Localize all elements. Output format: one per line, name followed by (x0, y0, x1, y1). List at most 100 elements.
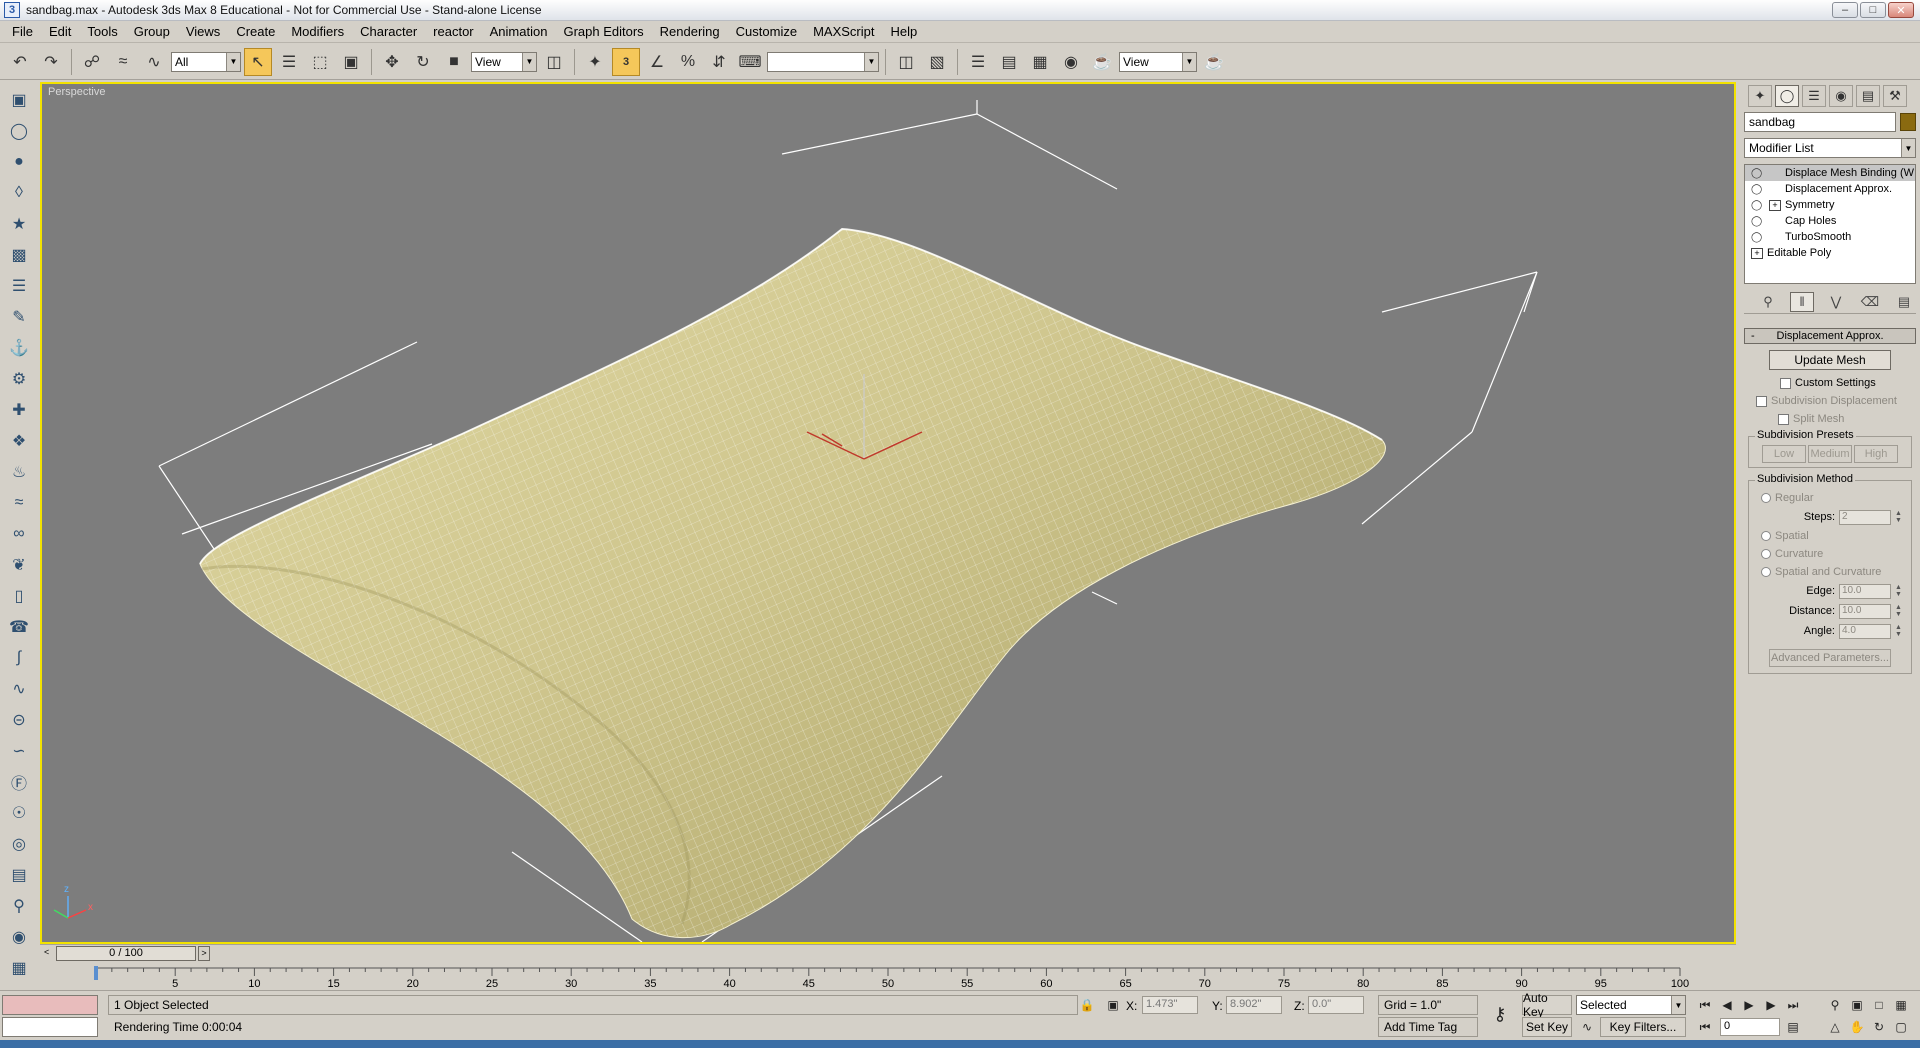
quick-render-icon[interactable]: ☕ (1200, 48, 1228, 76)
stack-item[interactable]: ◯ Displace Mesh Binding (W (1745, 165, 1915, 181)
spinner-arrows-icon[interactable]: ▲ ▼ (1895, 510, 1903, 525)
hierarchy-tab-icon[interactable]: ☰ (1802, 85, 1826, 107)
menu-views[interactable]: Views (178, 24, 228, 39)
advanced-parameters-button[interactable]: Advanced Parameters... (1769, 649, 1891, 667)
key-mode-dropdown[interactable]: Selected ▼ (1576, 995, 1686, 1015)
redo-icon[interactable]: ↷ (37, 48, 65, 76)
menu-rendering[interactable]: Rendering (652, 24, 728, 39)
stack-item[interactable]: ◯ TurboSmooth (1745, 229, 1915, 245)
y-coordinate-field[interactable]: 8.902" (1226, 996, 1282, 1014)
spring-icon[interactable]: ∫ (5, 644, 33, 671)
subdivision-displacement-checkbox[interactable] (1756, 395, 1767, 407)
menu-customize[interactable]: Customize (728, 24, 805, 39)
bulb-icon[interactable]: ◯ (1751, 168, 1765, 179)
edge-field[interactable]: 10.0 (1839, 583, 1891, 599)
menu-reactor[interactable]: reactor (425, 24, 481, 39)
menu-file[interactable]: File (4, 24, 41, 39)
spiral-icon[interactable]: ∞ (5, 520, 33, 547)
regular-radio[interactable] (1761, 493, 1771, 503)
figure-icon[interactable]: ❦ (5, 551, 33, 578)
key-filters-button[interactable]: Key Filters... (1600, 1017, 1686, 1037)
modifier-list-dropdown[interactable]: Modifier List ▼ (1744, 138, 1916, 158)
bulb-icon[interactable]: ◯ (1751, 184, 1765, 195)
property-editor-icon[interactable]: ▤ (5, 861, 33, 888)
subdivision-displacement-row[interactable]: Subdivision Displacement (1744, 392, 1916, 410)
zoom-extents-all-icon[interactable]: ▦ (1892, 996, 1910, 1014)
go-to-end-icon[interactable]: ⏭ (1784, 996, 1802, 1014)
expand-icon[interactable]: + (1769, 199, 1781, 211)
zoom-extents-icon[interactable]: □ (1870, 996, 1888, 1014)
selection-filter-dropdown[interactable]: All ▼ (171, 51, 241, 72)
set-key-button[interactable]: Set Key (1522, 1017, 1572, 1037)
sphere-icon[interactable]: ● (5, 148, 33, 175)
menu-maxscript[interactable]: MAXScript (805, 24, 882, 39)
menu-tools[interactable]: Tools (79, 24, 125, 39)
display-tab-icon[interactable]: ▤ (1856, 85, 1880, 107)
rectangular-selection-icon[interactable]: ⬚ (306, 48, 334, 76)
search-icon[interactable]: ⚲ (5, 892, 33, 919)
angle-field[interactable]: 4.0 (1839, 623, 1891, 639)
analyze-icon[interactable]: ☉ (5, 799, 33, 826)
hinge-icon[interactable]: ☎ (5, 613, 33, 640)
time-slider[interactable]: < 0 / 100 > (40, 944, 1736, 962)
menu-graph-editors[interactable]: Graph Editors (555, 24, 651, 39)
rollout-header[interactable]: - Displacement Approx. (1744, 328, 1916, 344)
lock-icon[interactable]: 🔒 (1078, 996, 1096, 1014)
utilities-tab-icon[interactable]: ⚒ (1883, 85, 1907, 107)
spatial-curvature-radio[interactable] (1761, 567, 1771, 577)
curvature-radio[interactable] (1761, 549, 1771, 559)
camera-icon[interactable]: ▩ (5, 241, 33, 268)
time-slider-handle[interactable]: 0 / 100 (56, 946, 196, 961)
box-icon[interactable]: ▣ (5, 86, 33, 113)
menu-modifiers[interactable]: Modifiers (283, 24, 352, 39)
previous-key-icon[interactable]: ◀ (1718, 996, 1736, 1014)
menu-edit[interactable]: Edit (41, 24, 79, 39)
make-unique-icon[interactable]: ⋁ (1824, 292, 1848, 312)
render-scene-icon[interactable]: ☕ (1088, 48, 1116, 76)
cylinder-icon[interactable]: ◯ (5, 117, 33, 144)
manipulate-icon[interactable]: ✦ (581, 48, 609, 76)
next-key-icon[interactable]: ▶ (1762, 996, 1780, 1014)
star-icon[interactable]: ★ (5, 210, 33, 237)
preset-low-button[interactable]: Low (1762, 445, 1806, 463)
spinner-arrows-icon[interactable]: ▲ ▼ (1895, 624, 1903, 639)
percent-snap-icon[interactable]: % (674, 48, 702, 76)
x-coordinate-field[interactable]: 1.473" (1142, 996, 1198, 1014)
wind-icon[interactable]: ∿ (5, 675, 33, 702)
bulb-icon[interactable]: ◯ (1751, 200, 1765, 211)
next-frame-icon[interactable]: > (198, 946, 210, 961)
minimize-button[interactable]: – (1832, 2, 1858, 18)
stack-item[interactable]: + Editable Poly (1745, 245, 1915, 261)
zoom-icon[interactable]: ⚲ (1826, 996, 1844, 1014)
update-mesh-button[interactable]: Update Mesh (1769, 350, 1891, 370)
stack-item[interactable]: ◯ Cap Holes (1745, 213, 1915, 229)
absolute-mode-icon[interactable]: ▣ (1104, 996, 1122, 1014)
layer-manager-icon[interactable]: ☰ (964, 48, 992, 76)
orbit-icon[interactable]: ↻ (1870, 1018, 1888, 1036)
flame-icon[interactable]: ♨ (5, 458, 33, 485)
lamp-icon[interactable]: ◊ (5, 179, 33, 206)
sandbag-mesh[interactable] (142, 184, 1442, 942)
menu-animation[interactable]: Animation (482, 24, 556, 39)
pin-stack-icon[interactable]: ⚲ (1756, 292, 1780, 312)
export-icon[interactable]: ◎ (5, 830, 33, 857)
snapshot-icon[interactable]: ◉ (5, 923, 33, 950)
split-mesh-row[interactable]: Split Mesh (1744, 410, 1916, 428)
current-frame-marker[interactable] (94, 966, 98, 980)
expand-icon[interactable]: + (1751, 247, 1763, 259)
menu-create[interactable]: Create (228, 24, 283, 39)
unlink-icon[interactable]: ≈ (109, 48, 137, 76)
key-mode-toggle-icon[interactable]: ⏮ (1696, 1018, 1714, 1036)
object-color-swatch[interactable] (1900, 113, 1916, 131)
split-mesh-checkbox[interactable] (1778, 413, 1789, 425)
preview-icon[interactable]: Ⓕ (5, 768, 33, 795)
maximize-button[interactable]: □ (1860, 2, 1886, 18)
custom-settings-row[interactable]: Custom Settings (1744, 374, 1916, 392)
perspective-viewport[interactable]: Perspective z x (40, 82, 1736, 944)
menu-help[interactable]: Help (882, 24, 925, 39)
pan-icon[interactable]: ✋ (1848, 1018, 1866, 1036)
render-view-dropdown[interactable]: View ▼ (1119, 51, 1197, 72)
show-end-result-icon[interactable]: ‖ (1790, 291, 1814, 312)
render-frame-icon[interactable]: ▦ (5, 954, 33, 981)
bone-icon[interactable]: ✚ (5, 396, 33, 423)
